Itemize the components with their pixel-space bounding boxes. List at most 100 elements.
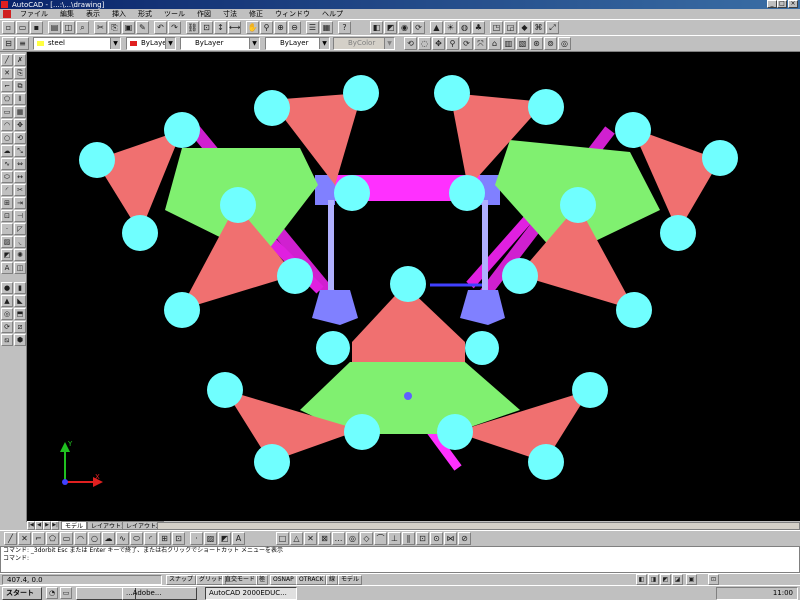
- tab-next-arrow[interactable]: ▶: [43, 521, 51, 530]
- menu-help[interactable]: ヘルプ: [316, 9, 349, 19]
- section-icon[interactable]: ⧅: [1, 334, 13, 346]
- lineweight-select[interactable]: ByLayer ▼: [265, 37, 330, 50]
- otrack-toggle[interactable]: OTRACK: [296, 575, 327, 585]
- horizontal-scrollbar[interactable]: [157, 522, 800, 530]
- arc-icon[interactable]: ◠: [1, 119, 13, 131]
- circle-icon[interactable]: ○: [88, 532, 101, 545]
- chevron-down-icon[interactable]: ▼: [110, 38, 120, 49]
- coordinate-readout[interactable]: 407.4, 0.0: [2, 575, 162, 585]
- orbit-continuous-icon[interactable]: ◌: [418, 37, 431, 50]
- print-icon[interactable]: ▤: [48, 21, 61, 34]
- make-block-icon[interactable]: ⊡: [172, 532, 185, 545]
- taskbar-task-autocad[interactable]: AutoCAD 2000EDUC...: [205, 587, 297, 600]
- snap-insertion-icon[interactable]: ⊡: [416, 532, 429, 545]
- copy-icon[interactable]: ⎘: [108, 21, 121, 34]
- point-icon[interactable]: ·: [1, 223, 13, 235]
- wedge-icon[interactable]: ◣: [14, 295, 26, 307]
- spline-icon[interactable]: ∿: [1, 158, 13, 170]
- save-icon[interactable]: ▪: [30, 21, 43, 34]
- zoom-window-icon[interactable]: ⊕: [274, 21, 287, 34]
- offset-icon[interactable]: ⫴: [14, 93, 26, 105]
- back-clip-icon[interactable]: ▧: [516, 37, 529, 50]
- design-center-icon[interactable]: ▦: [320, 21, 333, 34]
- polygon-icon[interactable]: ⬠: [46, 532, 59, 545]
- box-icon[interactable]: ◫: [14, 262, 26, 274]
- scene-icon[interactable]: ▲: [430, 21, 443, 34]
- xline-icon[interactable]: ✕: [18, 532, 31, 545]
- hatch-icon[interactable]: ▨: [1, 236, 13, 248]
- mtext-icon[interactable]: A: [232, 532, 245, 545]
- light-icon[interactable]: ☀: [444, 21, 457, 34]
- paste-icon[interactable]: ▣: [122, 21, 135, 34]
- tray-icon[interactable]: ▣: [686, 574, 697, 585]
- erase-icon[interactable]: ✗: [14, 54, 26, 66]
- app-icon[interactable]: [1, 1, 8, 8]
- polyline-icon[interactable]: ⌐: [1, 80, 13, 92]
- tab-last-arrow[interactable]: ▶|: [51, 521, 59, 530]
- ellipse-icon[interactable]: ⬭: [130, 532, 143, 545]
- drawing-canvas[interactable]: Y X: [27, 52, 800, 522]
- menu-edit[interactable]: 編集: [54, 9, 80, 19]
- region-icon[interactable]: ◩: [1, 249, 13, 261]
- ellipse-icon[interactable]: ⬭: [1, 171, 13, 183]
- xline-icon[interactable]: ✕: [1, 67, 13, 79]
- sphere-icon[interactable]: ●: [1, 282, 13, 294]
- start-button[interactable]: スタート: [2, 587, 42, 600]
- circle-icon[interactable]: ○: [1, 132, 13, 144]
- chevron-down-icon[interactable]: ▼: [249, 38, 259, 49]
- cone-icon[interactable]: ▲: [1, 295, 13, 307]
- shade-icon[interactable]: ◧: [370, 21, 383, 34]
- point-icon[interactable]: ·: [190, 532, 203, 545]
- snap-tangent-icon[interactable]: ⌒: [374, 532, 387, 545]
- cut-icon[interactable]: ✂: [94, 21, 107, 34]
- zoom-realtime-icon[interactable]: ⚲: [260, 21, 273, 34]
- pan-icon[interactable]: ✋: [246, 21, 259, 34]
- snap-perpendicular-icon[interactable]: ⊥: [388, 532, 401, 545]
- extend-icon[interactable]: ⇥: [14, 197, 26, 209]
- menu-tools[interactable]: ツール: [158, 9, 191, 19]
- 3dzoom-icon[interactable]: ⚲: [446, 37, 459, 50]
- maximize-button[interactable]: □: [777, 0, 787, 8]
- properties-icon[interactable]: ☰: [306, 21, 319, 34]
- region-icon[interactable]: ◩: [218, 532, 231, 545]
- snap-toggle[interactable]: スナップ: [166, 575, 197, 585]
- help-icon[interactable]: ?: [338, 21, 351, 34]
- render-icon[interactable]: ◉: [398, 21, 411, 34]
- extrude-icon[interactable]: ⬒: [14, 308, 26, 320]
- view-top-icon[interactable]: ◳: [490, 21, 503, 34]
- quicklaunch-icon[interactable]: ▭: [60, 587, 72, 599]
- landscape-icon[interactable]: ♣: [472, 21, 485, 34]
- snap-none-icon[interactable]: ⊘: [458, 532, 471, 545]
- lineweight-toggle[interactable]: 線: [326, 575, 339, 585]
- orbit-constrained-icon[interactable]: ⟲: [404, 37, 417, 50]
- menu-draw[interactable]: 作図: [191, 9, 217, 19]
- menu-dimension[interactable]: 寸法: [217, 9, 243, 19]
- snap-apparent-icon[interactable]: ⊠: [318, 532, 331, 545]
- materials-icon[interactable]: ◍: [458, 21, 471, 34]
- stretch-icon[interactable]: ⇔: [14, 158, 26, 170]
- undo-icon[interactable]: ↶: [154, 21, 167, 34]
- menu-modify[interactable]: 修正: [243, 9, 269, 19]
- osnap-icon[interactable]: ⊡: [200, 21, 213, 34]
- torus-icon[interactable]: ◎: [1, 308, 13, 320]
- rectangle-icon[interactable]: ▭: [60, 532, 73, 545]
- hide-icon[interactable]: ◩: [384, 21, 397, 34]
- rectangle-icon[interactable]: ▭: [1, 106, 13, 118]
- revolve-icon[interactable]: ⟳: [1, 321, 13, 333]
- lengthen-icon[interactable]: ↔: [14, 171, 26, 183]
- menu-window[interactable]: ウィンドウ: [269, 9, 316, 19]
- make-layer-current-icon[interactable]: ⊟: [2, 37, 15, 50]
- polygon-icon[interactable]: ⬠: [1, 93, 13, 105]
- linetype-select[interactable]: ByLayer ▼: [180, 37, 260, 50]
- menu-insert[interactable]: 挿入: [106, 9, 132, 19]
- move-icon[interactable]: ✥: [14, 119, 26, 131]
- rotate-icon[interactable]: ⟲: [14, 132, 26, 144]
- fillet-icon[interactable]: ◟: [14, 236, 26, 248]
- view-iso-icon[interactable]: ◆: [518, 21, 531, 34]
- orbit-icon[interactable]: ⟳: [412, 21, 425, 34]
- 3dclip-icon[interactable]: ⌂: [488, 37, 501, 50]
- interfere-icon[interactable]: ⬢: [14, 334, 26, 346]
- 3dcorbit-icon[interactable]: ⊚: [544, 37, 557, 50]
- insert-block-icon[interactable]: ⊞: [158, 532, 171, 545]
- layers-icon[interactable]: ≡: [16, 37, 29, 50]
